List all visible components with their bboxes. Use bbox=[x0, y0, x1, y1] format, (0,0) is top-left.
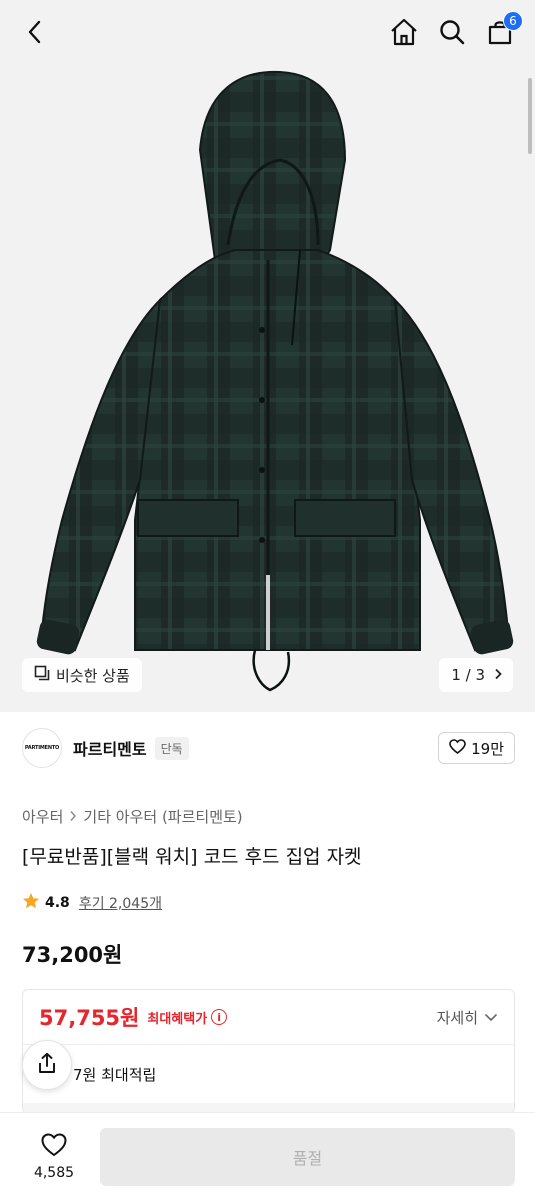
similar-products-icon bbox=[34, 665, 50, 685]
breadcrumb-item[interactable]: 기타 아우터 (파르티멘토) bbox=[83, 806, 242, 827]
rating-row: 4.8 후기 2,045개 bbox=[22, 892, 162, 914]
max-benefit-price: 57,755원 bbox=[39, 1006, 140, 1030]
bottom-action-bar: 4,585 품절 bbox=[0, 1112, 535, 1200]
cart-button[interactable]: 6 bbox=[483, 11, 523, 51]
rating-score: 4.8 bbox=[45, 895, 70, 911]
brand-name[interactable]: 파르티멘토 bbox=[73, 736, 147, 760]
points-row: 7원 최대적립 bbox=[23, 1045, 514, 1103]
wishlist-count: 4,585 bbox=[33, 1164, 75, 1181]
review-count-link[interactable]: 후기 2,045개 bbox=[79, 893, 162, 913]
benefit-detail-label: 자세히 bbox=[436, 1008, 478, 1027]
similar-products-button[interactable]: 비슷한 상품 bbox=[22, 658, 142, 692]
share-button[interactable] bbox=[22, 1040, 72, 1090]
scrollbar-thumb[interactable] bbox=[528, 78, 532, 154]
breadcrumb-item[interactable]: 아우터 bbox=[22, 806, 63, 827]
points-text: 7원 최대적립 bbox=[73, 1065, 157, 1084]
sold-out-button[interactable]: 품절 bbox=[100, 1127, 515, 1186]
image-pager-text: 1 / 3 bbox=[451, 666, 485, 684]
top-navigation-bar: 6 bbox=[0, 0, 535, 68]
exclusive-tag: 단독 bbox=[154, 736, 189, 760]
home-button[interactable] bbox=[387, 17, 421, 51]
chevron-down-icon bbox=[484, 1008, 498, 1026]
back-button[interactable] bbox=[14, 14, 54, 54]
max-benefit-row[interactable]: 57,755원 최대혜택가 i 자세히 bbox=[23, 990, 514, 1045]
chevron-left-icon bbox=[27, 20, 41, 48]
share-icon bbox=[36, 1052, 58, 1078]
chevron-right-icon bbox=[493, 666, 503, 684]
brand-like-button[interactable]: 19만 bbox=[438, 732, 515, 764]
product-title: [무료반품][블랙 워치] 코드 후드 집업 자켓 bbox=[22, 846, 362, 868]
search-button[interactable] bbox=[435, 17, 469, 51]
category-breadcrumb: 아우터 기타 아우터 (파르티멘토) bbox=[22, 806, 243, 827]
heart-icon bbox=[449, 738, 466, 758]
brand-like-count: 19만 bbox=[471, 739, 504, 758]
wishlist-button[interactable]: 4,585 bbox=[22, 1132, 86, 1181]
product-image-jacket bbox=[36, 70, 514, 692]
star-icon bbox=[22, 892, 40, 914]
benefit-detail-toggle[interactable]: 자세히 bbox=[437, 1007, 498, 1028]
cart-count-badge: 6 bbox=[503, 11, 523, 31]
product-image-gallery[interactable]: 비슷한 상품 1 / 3 bbox=[0, 0, 535, 712]
brand-logo[interactable]: PARTIMENTO bbox=[22, 728, 62, 768]
info-icon[interactable]: i bbox=[211, 1009, 228, 1025]
product-price: 73,200원 bbox=[22, 943, 123, 967]
chevron-right-icon bbox=[69, 808, 77, 826]
search-icon bbox=[438, 18, 466, 50]
benefit-box: 57,755원 최대혜택가 i 자세히 7원 최대적립 bbox=[22, 989, 515, 1114]
heart-icon bbox=[41, 1132, 67, 1161]
brand-row: PARTIMENTO 파르티멘토 단독 19만 bbox=[22, 725, 515, 771]
similar-products-label: 비슷한 상품 bbox=[56, 666, 130, 685]
image-pager[interactable]: 1 / 3 bbox=[439, 658, 513, 692]
home-icon bbox=[389, 17, 419, 51]
max-benefit-label: 최대혜택가 bbox=[147, 1011, 208, 1027]
